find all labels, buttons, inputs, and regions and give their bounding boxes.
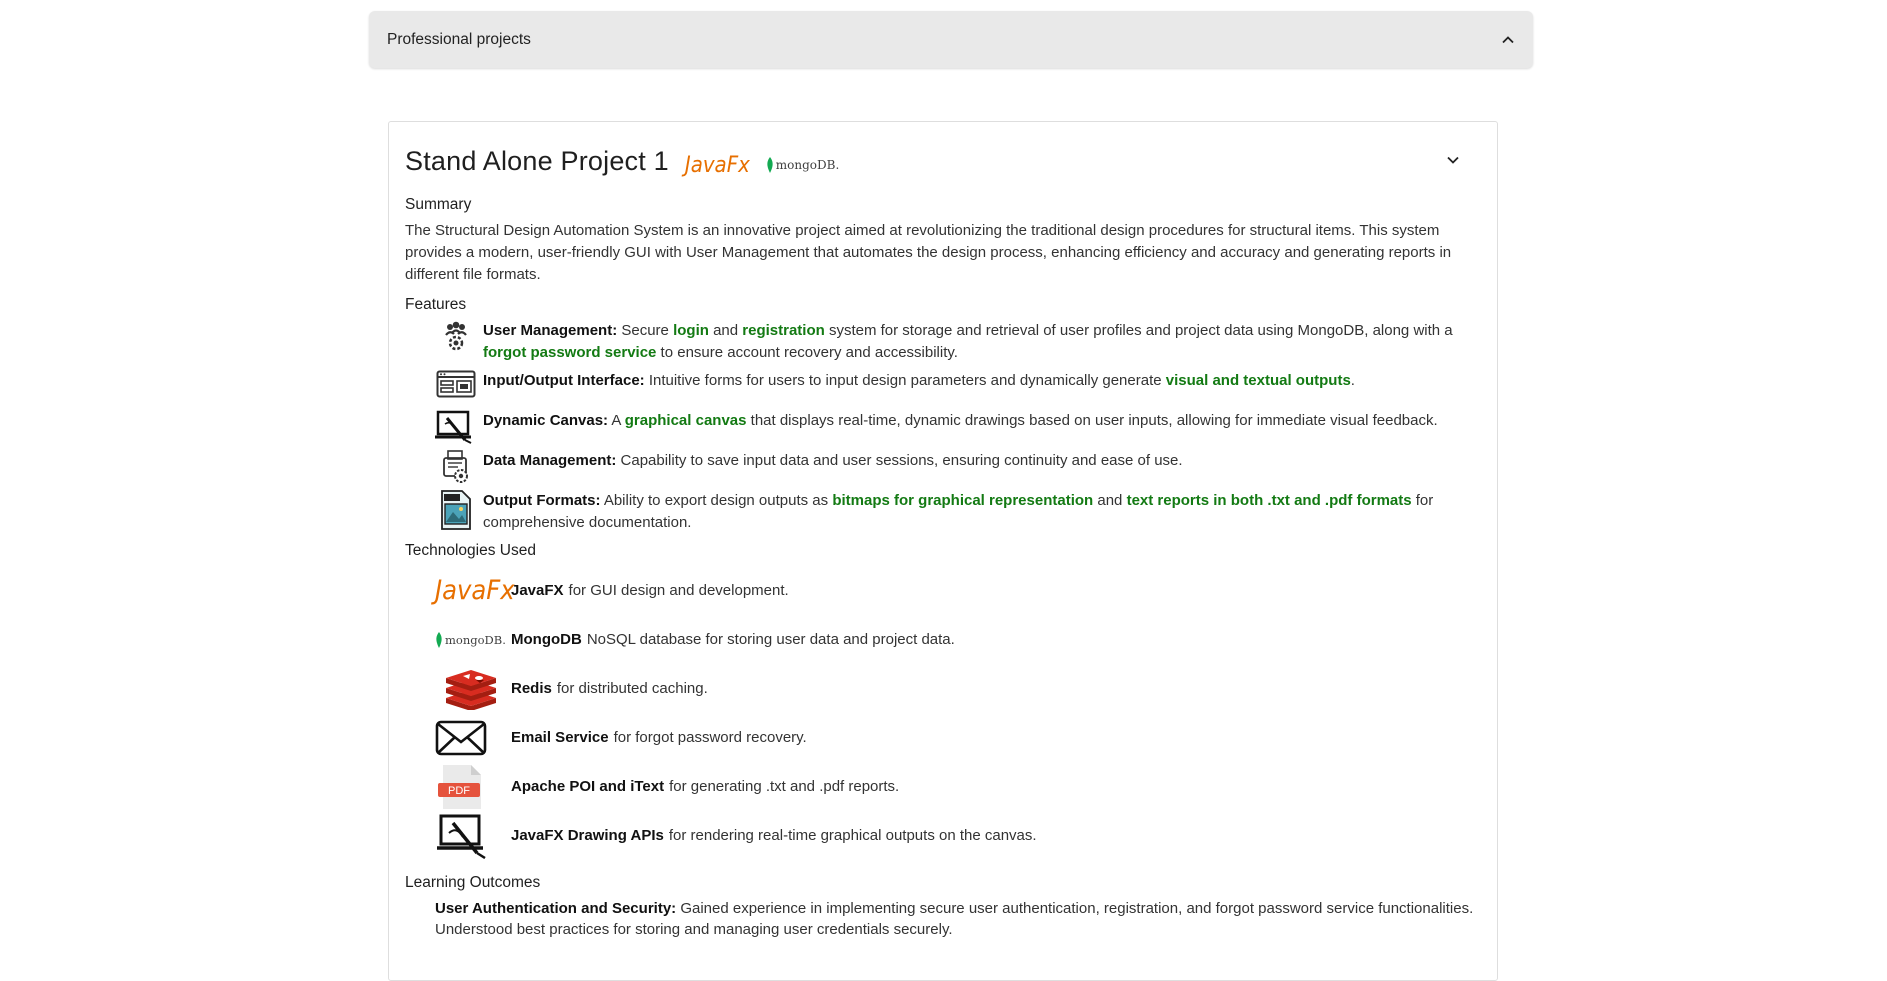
summary-text: The Structural Design Automation System … — [405, 222, 1452, 283]
javafx-logo-text: JavaFx — [684, 152, 750, 178]
tech-item: PDF Apache POI and iText for generating … — [405, 762, 1481, 811]
tech-name: JavaFX Drawing APIs — [511, 827, 664, 844]
feature-highlight: text reports in both .txt and .pdf forma… — [1126, 492, 1412, 509]
feature-desc: Secure — [617, 322, 674, 339]
feature-text: Output Formats: Ability to export design… — [483, 490, 1481, 534]
project-card: Stand Alone Project 1 JavaFx mongoDB. Su… — [388, 121, 1498, 981]
mongodb-logo: mongoDB. — [766, 157, 840, 173]
tech-item: JavaFX Drawing APIs for rendering real-t… — [405, 811, 1481, 860]
outcome-item: User Authentication and Security: Gained… — [405, 898, 1481, 940]
javafx-logo-text: JavaFx — [435, 575, 515, 606]
feature-text: Dynamic Canvas: A graphical canvas that … — [483, 410, 1438, 432]
pdf-file-icon: PDF — [435, 764, 507, 809]
tech-name: Email Service — [511, 729, 609, 746]
feature-highlight: visual and textual outputs — [1165, 372, 1351, 389]
features-heading: Features — [405, 296, 467, 313]
feature-item: User Management: Secure login and regist… — [405, 320, 1481, 364]
feature-desc: Capability to save input data and user s… — [616, 452, 1183, 469]
learning-outcomes-heading: Learning Outcomes — [405, 874, 541, 891]
feature-highlight: registration — [742, 322, 825, 339]
feature-item: Data Management: Capability to save inpu… — [405, 450, 1481, 484]
tech-item: Redis for distributed caching. — [405, 664, 1481, 713]
user-management-icon — [435, 320, 477, 354]
feature-highlight: bitmaps for graphical representation — [832, 492, 1094, 509]
tech-desc: for GUI design and development. — [568, 582, 789, 599]
tech-desc: NoSQL database for storing user data and… — [586, 631, 955, 648]
envelope-icon — [435, 715, 507, 760]
accordion-label: Professional projects — [387, 30, 531, 48]
tech-item: JavaFx JavaFX for GUI design and develop… — [405, 566, 1481, 615]
mongodb-logo-text: mongoDB. — [445, 632, 506, 647]
outcome-title: User Authentication and Security: — [435, 900, 677, 917]
feature-desc: to ensure account recovery and accessibi… — [656, 344, 958, 361]
feature-desc: . — [1350, 372, 1355, 389]
pdf-label: PDF — [448, 785, 470, 797]
tech-item: mongoDB. MongoDB NoSQL database for stor… — [405, 615, 1481, 664]
input-output-icon — [435, 370, 477, 404]
javafx-logo: JavaFx — [435, 568, 515, 613]
tech-desc: for rendering real-time graphical output… — [668, 827, 1037, 844]
tech-item: Email Service for forgot password recove… — [405, 713, 1481, 762]
feature-highlight: graphical canvas — [624, 412, 747, 429]
feature-item: Output Formats: Ability to export design… — [405, 490, 1481, 534]
tech-name: Redis — [511, 680, 552, 697]
project-title: Stand Alone Project 1 — [405, 145, 669, 176]
data-management-icon — [435, 450, 477, 484]
drawing-canvas-icon — [435, 813, 507, 859]
feature-highlight: forgot password service — [483, 344, 657, 361]
tech-desc: for forgot password recovery. — [613, 729, 807, 746]
feature-desc: A — [608, 412, 625, 429]
feature-text: Input/Output Interface: Intuitive forms … — [483, 370, 1355, 392]
feature-highlight: login — [673, 322, 709, 339]
tech-name: Apache POI and iText — [511, 778, 665, 795]
feature-title: Output Formats: — [483, 492, 601, 509]
tech-desc: for distributed caching. — [556, 680, 708, 697]
mongodb-leaf-icon — [767, 157, 773, 173]
javafx-logo: JavaFx — [685, 153, 750, 178]
feature-desc: and — [1093, 492, 1127, 509]
mongodb-leaf-icon — [436, 631, 442, 648]
tech-desc: for generating .txt and .pdf reports. — [669, 778, 900, 795]
feature-title: User Management: — [483, 322, 618, 339]
feature-text: User Management: Secure login and regist… — [483, 320, 1481, 364]
feature-title: Data Management: — [483, 452, 617, 469]
tech-name: MongoDB — [511, 631, 582, 648]
feature-desc: Intuitive forms for users to input desig… — [644, 372, 1166, 389]
tech-name: JavaFX — [511, 582, 564, 599]
jpeg-file-icon — [435, 490, 477, 530]
feature-text: Data Management: Capability to save inpu… — [483, 450, 1183, 472]
mongodb-logo: mongoDB. — [435, 617, 507, 662]
feature-title: Input/Output Interface: — [483, 372, 645, 389]
chevron-down-icon[interactable] — [1445, 152, 1461, 168]
project-card-header: Stand Alone Project 1 JavaFx mongoDB. — [405, 134, 1481, 188]
feature-item: Input/Output Interface: Intuitive forms … — [405, 370, 1481, 404]
technologies-heading: Technologies Used — [405, 542, 536, 559]
feature-desc: system for storage and retrieval of user… — [824, 322, 1453, 339]
feature-desc: that displays real-time, dynamic drawing… — [746, 412, 1438, 429]
feature-title: Dynamic Canvas: — [483, 412, 609, 429]
feature-desc: and — [708, 322, 743, 339]
feature-item: Dynamic Canvas: A graphical canvas that … — [405, 410, 1481, 444]
redis-logo — [435, 666, 507, 711]
drawing-canvas-icon — [435, 410, 477, 444]
mongodb-logo-text: mongoDB. — [775, 158, 840, 172]
chevron-up-icon — [1502, 35, 1514, 43]
professional-projects-accordion[interactable]: Professional projects — [369, 11, 1533, 68]
feature-desc: Ability to export design outputs as — [600, 492, 833, 509]
summary-heading: Summary — [405, 196, 472, 213]
